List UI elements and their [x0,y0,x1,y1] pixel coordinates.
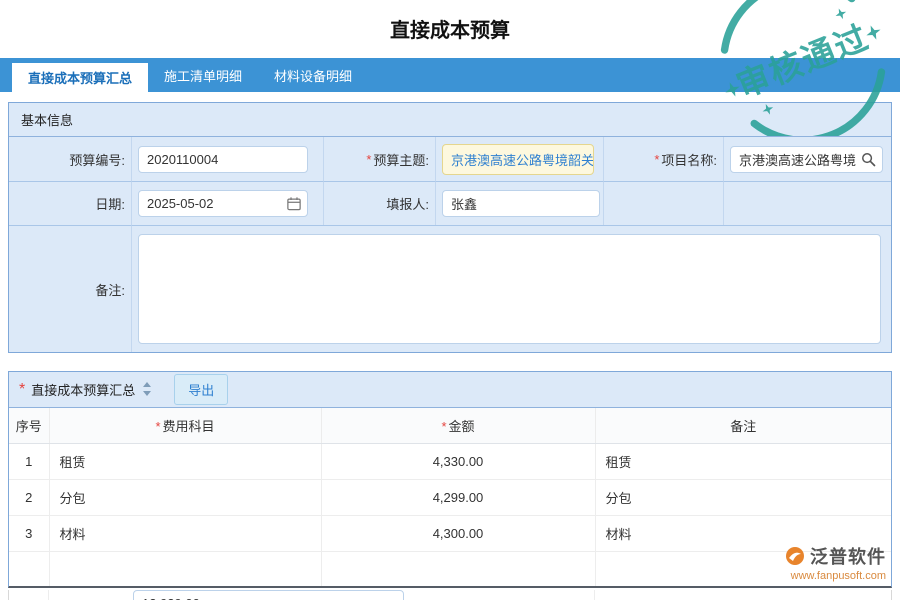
cell-no: 2 [9,480,49,516]
cell-subject: 租赁 [49,444,321,480]
required-marker: * [155,419,160,434]
header-no: 序号 [9,408,49,444]
cell-amount: 4,300.00 [321,516,595,552]
basic-info-panel: 基本信息 预算编号: *预算主题: 京港澳高速公路粤境韶关 *项目名称: 日期: [8,102,892,353]
header-remark: 备注 [595,408,891,444]
tab-construction-list-detail[interactable]: 施工清单明细 [148,58,258,92]
cell-no: 1 [9,444,49,480]
total-row [8,590,892,600]
table-row: 1租赁4,330.00租赁 [9,444,891,480]
cell-subject: 分包 [49,480,321,516]
total-cell-no [9,590,49,600]
brand-watermark: 泛普软件 www.fanpusoft.com [785,543,886,582]
page-title: 直接成本预算 [0,0,900,42]
cell-amount: 4,330.00 [321,444,595,480]
export-button[interactable]: 导出 [174,374,228,405]
basic-info-form: 预算编号: *预算主题: 京港澳高速公路粤境韶关 *项目名称: 日期: [9,137,891,352]
reporter-label: 填报人: [323,181,435,225]
tab-material-equipment-detail[interactable]: 材料设备明细 [258,58,368,92]
summary-table-body: 1租赁4,330.00租赁2分包4,299.00分包3材料4,300.00材料 [9,444,891,586]
budget-no-input[interactable] [138,146,308,173]
header-subject: *费用科目 [49,408,321,444]
table-row: 2分包4,299.00分包 [9,480,891,516]
empty-cell [603,181,723,225]
header-amount: *金额 [321,408,595,444]
calendar-icon[interactable] [287,196,301,211]
required-marker: * [654,152,659,167]
empty-cell [49,552,321,586]
tab-bar: 直接成本预算汇总 施工清单明细 材料设备明细 [0,58,900,92]
reporter-input[interactable] [442,190,600,217]
summary-title: 直接成本预算汇总 [31,380,135,399]
project-name-label: *项目名称: [603,137,723,181]
budget-subject-label: *预算主题: [323,137,435,181]
total-cell-subject [49,590,321,600]
table-row: 3材料4,300.00材料 [9,516,891,552]
basic-info-section-title: 基本信息 [9,103,891,137]
brand-name: 泛普软件 [810,543,886,569]
summary-table: 序号 *费用科目 *金额 备注 1租赁4,330.00租赁2分包4,299.00… [9,408,891,586]
required-marker: * [19,381,25,399]
cell-amount: 4,299.00 [321,480,595,516]
summary-panel-header: * 直接成本预算汇总 导出 [9,372,891,408]
table-header-row: 序号 *费用科目 *金额 备注 [9,408,891,444]
required-marker: * [366,152,371,167]
empty-cell [723,181,891,225]
date-label: 日期: [9,181,131,225]
total-cell-remark [595,590,891,600]
cell-remark: 分包 [595,480,891,516]
cell-remark: 租赁 [595,444,891,480]
empty-cell [9,552,49,586]
remark-textarea[interactable] [138,234,881,344]
cell-subject: 材料 [49,516,321,552]
brand-url: www.fanpusoft.com [785,570,886,582]
budget-subject-link[interactable]: 京港澳高速公路粤境韶关 [442,144,594,175]
cell-no: 3 [9,516,49,552]
search-icon[interactable] [861,152,876,167]
date-input[interactable] [138,190,308,217]
tab-direct-cost-summary[interactable]: 直接成本预算汇总 [12,63,148,92]
fanpu-logo-icon [785,546,805,566]
total-amount-input[interactable] [133,590,404,600]
summary-panel: * 直接成本预算汇总 导出 序号 *费用科目 *金额 备注 1租赁4,330.0… [8,371,892,588]
required-marker: * [441,419,446,434]
remark-label: 备注: [9,225,131,352]
empty-row [9,552,891,586]
page: 直接成本预算 审核通过 直接成本预算汇总 施工清单明细 材料设备明细 基本信息 … [0,0,900,600]
sort-icon[interactable] [142,382,152,397]
budget-no-label: 预算编号: [9,137,131,181]
empty-cell [321,552,595,586]
